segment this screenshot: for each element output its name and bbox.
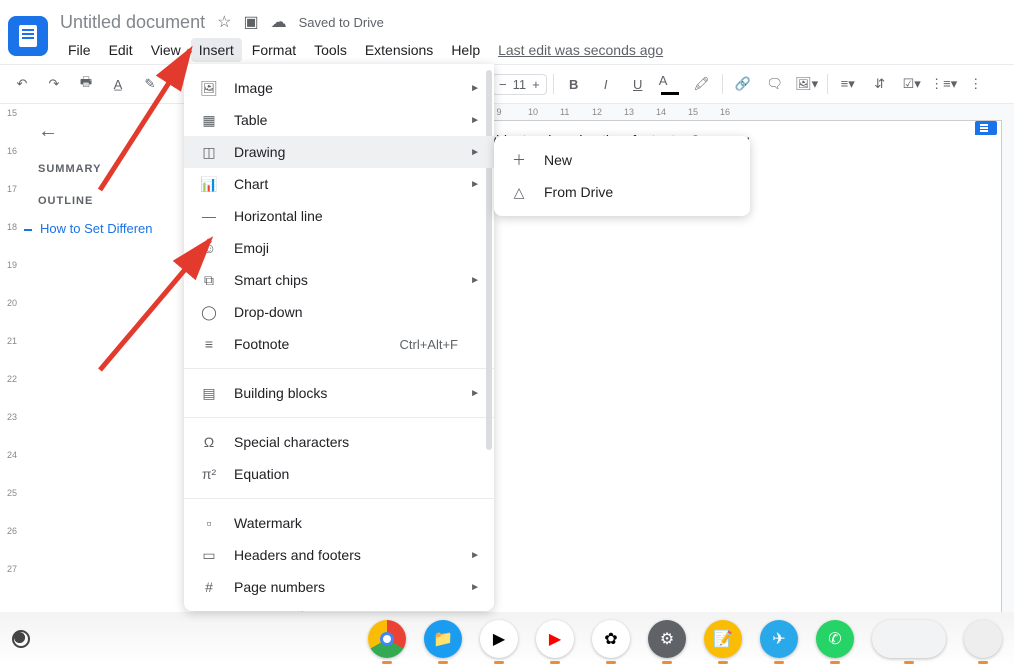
- highlight-button[interactable]: 🖍: [688, 70, 716, 98]
- insert-special-characters[interactable]: Ω Special characters: [184, 426, 494, 458]
- dock-app[interactable]: [964, 620, 1002, 658]
- menu-format[interactable]: Format: [244, 38, 304, 62]
- equation-icon: π²: [200, 465, 218, 483]
- insert-drawing[interactable]: ◫Drawing►: [184, 136, 494, 168]
- menu-label: Image: [234, 80, 273, 96]
- menu-label: Emoji: [234, 240, 269, 256]
- doc-title[interactable]: Untitled document: [60, 12, 205, 33]
- bold-button[interactable]: B: [560, 70, 588, 98]
- submenu-arrow-icon: ►: [470, 388, 480, 399]
- docs-logo[interactable]: [8, 16, 48, 56]
- dock-photos[interactable]: ✿: [592, 620, 630, 658]
- insert-footnote[interactable]: ≡FootnoteCtrl+Alt+F: [184, 328, 494, 360]
- insert-equation[interactable]: π² Equation: [184, 458, 494, 490]
- cloud-saved-icon: ☁: [271, 12, 287, 32]
- dock-settings[interactable]: ⚙: [648, 620, 686, 658]
- insert-headers-and-footers[interactable]: ▭ Headers and footers ►: [184, 539, 494, 571]
- line-spacing-button[interactable]: ⇵: [866, 70, 894, 98]
- new-icon: ＋: [510, 151, 528, 169]
- dock-telegram[interactable]: ✈: [760, 620, 798, 658]
- insert-page-numbers[interactable]: # Page numbers ►: [184, 571, 494, 603]
- drawing-from-drive[interactable]: △From Drive: [494, 176, 750, 208]
- building-blocks-icon: ▤: [200, 384, 218, 402]
- vertical-ruler: 15161718192021222324252627: [0, 104, 24, 612]
- special-characters-icon: Ω: [200, 433, 218, 451]
- submenu-arrow-icon: ►: [470, 179, 480, 190]
- menu-help[interactable]: Help: [443, 38, 488, 62]
- dock-play[interactable]: ▶: [480, 620, 518, 658]
- dock-files[interactable]: 📁: [424, 620, 462, 658]
- drawing-submenu: ＋New△From Drive: [494, 136, 750, 216]
- from-drive-icon: △: [510, 183, 528, 201]
- insert-table[interactable]: ▦Table►: [184, 104, 494, 136]
- insert-chart[interactable]: 📊Chart►: [184, 168, 494, 200]
- insert-link-button[interactable]: 🔗: [729, 70, 757, 98]
- drawing-new[interactable]: ＋New: [494, 144, 750, 176]
- menu-label: Headers and footers: [234, 547, 361, 563]
- menu-label: Equation: [234, 466, 289, 482]
- taskbar: 📁 ▶ ▶ ✿ ⚙ 📝 ✈ ✆: [0, 612, 1014, 666]
- undo-button[interactable]: ↶: [8, 70, 36, 98]
- submenu-arrow-icon: ►: [470, 275, 480, 286]
- bulleted-list-button[interactable]: ⋮≡▾: [930, 70, 958, 98]
- redo-button[interactable]: ↷: [40, 70, 68, 98]
- watermark-icon: ▫: [200, 514, 218, 532]
- insert-smart-chips[interactable]: ⧉Smart chips►: [184, 264, 494, 296]
- star-icon[interactable]: ☆: [217, 12, 231, 32]
- insert-watermark[interactable]: ▫ Watermark: [184, 507, 494, 539]
- menu-label: Footnote: [234, 336, 289, 352]
- page-numbers-icon: #: [200, 578, 218, 596]
- insert-emoji[interactable]: ☺Emoji: [184, 232, 494, 264]
- tab-stop-marker[interactable]: [975, 121, 997, 135]
- insert-menu-dropdown: 🖼Image►▦Table►◫Drawing►📊Chart►—Horizonta…: [184, 64, 494, 611]
- submenu-arrow-icon: ►: [470, 147, 480, 158]
- menu-label: Drop-down: [234, 304, 302, 320]
- menu-label: Drawing: [234, 144, 285, 160]
- dock-youtube[interactable]: ▶: [536, 620, 574, 658]
- menu-label: Watermark: [234, 515, 302, 531]
- text-color-button[interactable]: A: [656, 70, 684, 98]
- insert-horizontal-line[interactable]: —Horizontal line: [184, 200, 494, 232]
- submenu-arrow-icon: ►: [470, 83, 480, 94]
- font-size-input[interactable]: −11+: [492, 74, 547, 95]
- menu-label: Smart chips: [234, 272, 308, 288]
- dock-whatsapp[interactable]: ✆: [816, 620, 854, 658]
- submenu-arrow-icon: ►: [470, 582, 480, 593]
- menu-label: Page numbers: [234, 579, 325, 595]
- insert-drop-down[interactable]: ◯Drop-down: [184, 296, 494, 328]
- underline-button[interactable]: U: [624, 70, 652, 98]
- menu-label: Horizontal line: [234, 208, 323, 224]
- insert-building-blocks[interactable]: ▤ Building blocks ►: [184, 377, 494, 409]
- dock-pill-app[interactable]: [872, 620, 946, 658]
- last-edit-link[interactable]: Last edit was seconds ago: [498, 42, 663, 58]
- menu-label: Building blocks: [234, 385, 327, 401]
- headers-and-footers-icon: ▭: [200, 546, 218, 564]
- menu-extensions[interactable]: Extensions: [357, 38, 441, 62]
- saved-status: Saved to Drive: [299, 15, 384, 30]
- dock-keep[interactable]: 📝: [704, 620, 742, 658]
- dock-chrome[interactable]: [368, 620, 406, 658]
- menu-label: Table: [234, 112, 267, 128]
- submenu-arrow-icon: ►: [470, 550, 480, 561]
- add-comment-button[interactable]: 🗨: [761, 70, 789, 98]
- more-button[interactable]: ⋮: [962, 70, 990, 98]
- submenu-arrow-icon: ►: [470, 115, 480, 126]
- tray-icon[interactable]: [12, 630, 30, 648]
- checklist-button[interactable]: ☑▾: [898, 70, 926, 98]
- menu-label: Special characters: [234, 434, 349, 450]
- menu-label: Chart: [234, 176, 268, 192]
- move-icon[interactable]: ▣: [243, 12, 258, 32]
- italic-button[interactable]: I: [592, 70, 620, 98]
- insert-image-button[interactable]: 🖼▾: [793, 70, 821, 98]
- menu-tools[interactable]: Tools: [306, 38, 355, 62]
- align-button[interactable]: ≡▾: [834, 70, 862, 98]
- insert-image[interactable]: 🖼Image►: [184, 72, 494, 104]
